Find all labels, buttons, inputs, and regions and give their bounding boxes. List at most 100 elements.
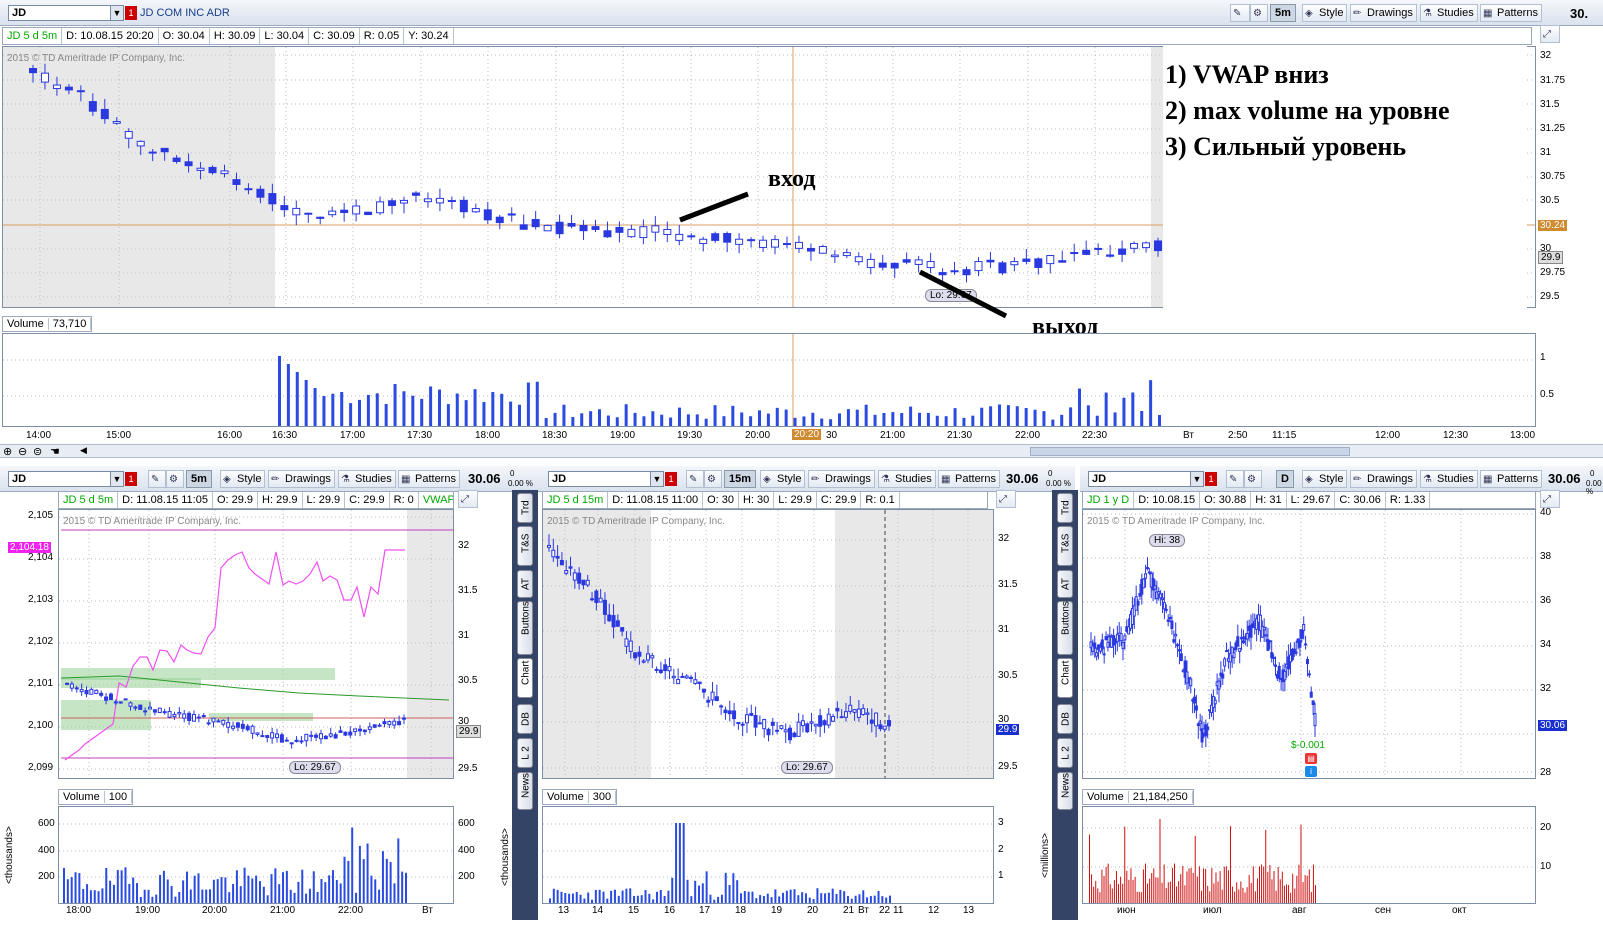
candle <box>1300 629 1304 639</box>
chart-settings-button[interactable]: ⤢ <box>1540 25 1560 43</box>
bl-volume-plot[interactable] <box>58 806 454 904</box>
side-tab-trd[interactable]: Trd <box>517 493 533 523</box>
top-volume-plot[interactable] <box>2 333 1536 427</box>
br-link-button[interactable]: ⚙ <box>1244 470 1262 488</box>
bm-studies-button[interactable]: ⚗ Studies <box>878 470 936 488</box>
symbol-dropdown-icon[interactable]: ▼ <box>110 5 124 21</box>
settings-button[interactable]: ✎ <box>1230 4 1250 22</box>
side-tab-buttons[interactable]: Buttons <box>1057 601 1073 655</box>
zoom-in-icon[interactable]: ⊕ <box>3 445 12 458</box>
bl-chart-settings-button[interactable]: ⤢ <box>458 490 478 508</box>
br-symbol-dropdown-icon[interactable]: ▼ <box>1190 471 1204 487</box>
link-button[interactable]: ⚙ <box>1250 4 1268 22</box>
bm-symbol-dropdown-icon[interactable]: ▼ <box>650 471 664 487</box>
br-volume-plot[interactable] <box>1082 806 1536 904</box>
volume-bar <box>220 877 223 903</box>
zoom-fit-icon[interactable]: ⊜ <box>33 445 42 458</box>
volume-bar <box>770 897 773 903</box>
br-toolbar: JD ▼ 1 ✎ ⚙ D ◈ Style ✏ Drawings ⚗ Studies ▦… <box>1080 466 1603 496</box>
br-symbol-input[interactable]: JD <box>1088 471 1192 487</box>
bl-drawings-button[interactable]: ✏ Drawings <box>268 470 335 488</box>
earnings-icon[interactable]: ▤ <box>1305 753 1317 764</box>
bm-timeframe-button[interactable]: 15m <box>724 470 757 488</box>
br-studies-button[interactable]: ⚗ Studies <box>1420 470 1478 488</box>
candle <box>1130 243 1139 249</box>
bl-alert-badge[interactable]: 1 <box>125 472 137 486</box>
side-tab-l2[interactable]: L 2 <box>1057 738 1073 768</box>
br-patterns-button[interactable]: ▦ Patterns <box>1480 470 1542 488</box>
alert-badge[interactable]: 1 <box>125 6 137 20</box>
br-chart-settings-button[interactable]: ⤢ <box>1540 490 1560 508</box>
candle <box>1102 653 1106 656</box>
br-alert-badge[interactable]: 1 <box>1205 472 1217 486</box>
side-tab-chart[interactable]: Chart <box>1057 658 1073 698</box>
info-icon[interactable]: i <box>1305 766 1317 777</box>
bm-price-plot[interactable]: 2015 © TD Ameritrade IP Company, Inc. Lo… <box>542 509 994 779</box>
bl-timeframe-button[interactable]: 5m <box>186 470 212 488</box>
patterns-button[interactable]: ▦ Patterns <box>1480 4 1542 22</box>
chart-icon: ⤢ <box>999 494 1007 505</box>
br-price-plot[interactable]: 2015 © TD Ameritrade IP Company, Inc. Hi… <box>1082 509 1536 779</box>
bm-chart-settings-button[interactable]: ⤢ <box>996 490 1016 508</box>
side-tab-buttons[interactable]: Buttons <box>517 601 533 655</box>
symbol-input[interactable]: JD <box>8 5 112 21</box>
volume-bar <box>1225 866 1227 903</box>
bl-studies-button[interactable]: ⚗ Studies <box>338 470 396 488</box>
side-tab-at[interactable]: AT <box>517 570 533 598</box>
side-tab-ts[interactable]: T&S <box>1057 526 1073 566</box>
bl-symbol-dropdown-icon[interactable]: ▼ <box>110 471 124 487</box>
br-style-button[interactable]: ◈ Style <box>1302 470 1348 488</box>
bl-settings-button[interactable]: ✎ <box>148 470 166 488</box>
chart-scrollbar[interactable]: ⊕ ⊖ ⊜ ☚ ◀ <box>0 444 1603 458</box>
side-tab-db[interactable]: DB <box>517 704 533 734</box>
side-tab-trd[interactable]: Trd <box>1057 493 1073 523</box>
candle <box>74 687 79 690</box>
side-tab-chart[interactable]: Chart <box>517 658 533 698</box>
studies-button[interactable]: ⚗ Studies <box>1420 4 1478 22</box>
volume-bar <box>1306 875 1308 903</box>
bm-link-button[interactable]: ⚙ <box>704 470 722 488</box>
candle <box>138 704 143 710</box>
timeframe-button[interactable]: 5m <box>1270 4 1296 22</box>
drawings-button[interactable]: ✏ Drawings <box>1350 4 1417 22</box>
side-tab-label: L 2 <box>520 746 532 760</box>
volume-bar <box>216 879 219 903</box>
side-tab-label: News <box>520 772 532 798</box>
side-tab-ts[interactable]: T&S <box>517 526 533 566</box>
volume-bar <box>629 888 632 903</box>
style-button[interactable]: ◈ Style <box>1302 4 1348 22</box>
time-tick: 16:30 <box>272 430 298 441</box>
pan-hand-icon[interactable]: ☚ <box>50 445 60 458</box>
bm-symbol-input[interactable]: JD <box>548 471 652 487</box>
scroll-left-icon[interactable]: ◀ <box>80 445 87 456</box>
br-settings-button[interactable]: ✎ <box>1226 470 1244 488</box>
candle <box>1142 578 1146 589</box>
side-tab-label: Trd <box>520 500 532 515</box>
br-drawings-button[interactable]: ✏ Drawings <box>1350 470 1417 488</box>
zoom-out-icon[interactable]: ⊖ <box>18 445 27 458</box>
bm-style-button[interactable]: ◈ Style <box>760 470 806 488</box>
axis-tick: 28 <box>1540 767 1552 778</box>
bm-alert-badge[interactable]: 1 <box>665 472 677 486</box>
br-timeframe-button[interactable]: D <box>1276 470 1294 488</box>
side-tab-at[interactable]: AT <box>1057 570 1073 598</box>
side-tab-news[interactable]: News <box>1057 772 1073 810</box>
bl-style-button[interactable]: ◈ Style <box>220 470 266 488</box>
bm-patterns-button[interactable]: ▦ Patterns <box>938 470 1000 488</box>
side-tab-news[interactable]: News <box>517 772 533 810</box>
candle <box>792 732 797 738</box>
bm-volume-plot[interactable] <box>542 806 994 904</box>
candle <box>874 712 879 727</box>
bm-drawings-button[interactable]: ✏ Drawings <box>808 470 875 488</box>
bm-settings-button[interactable]: ✎ <box>686 470 704 488</box>
bl-patterns-button[interactable]: ▦ Patterns <box>398 470 460 488</box>
scroll-thumb[interactable] <box>1030 447 1350 456</box>
candle <box>611 615 616 628</box>
candle <box>687 235 696 238</box>
side-tab-db[interactable]: DB <box>1057 704 1073 734</box>
bl-price-plot[interactable]: 2015 © TD Ameritrade IP Company, Inc. Lo… <box>58 509 454 779</box>
side-tab-l2[interactable]: L 2 <box>517 738 533 768</box>
time-tick: 17:00 <box>340 430 366 441</box>
bl-link-button[interactable]: ⚙ <box>166 470 184 488</box>
bl-symbol-input[interactable]: JD <box>8 471 112 487</box>
